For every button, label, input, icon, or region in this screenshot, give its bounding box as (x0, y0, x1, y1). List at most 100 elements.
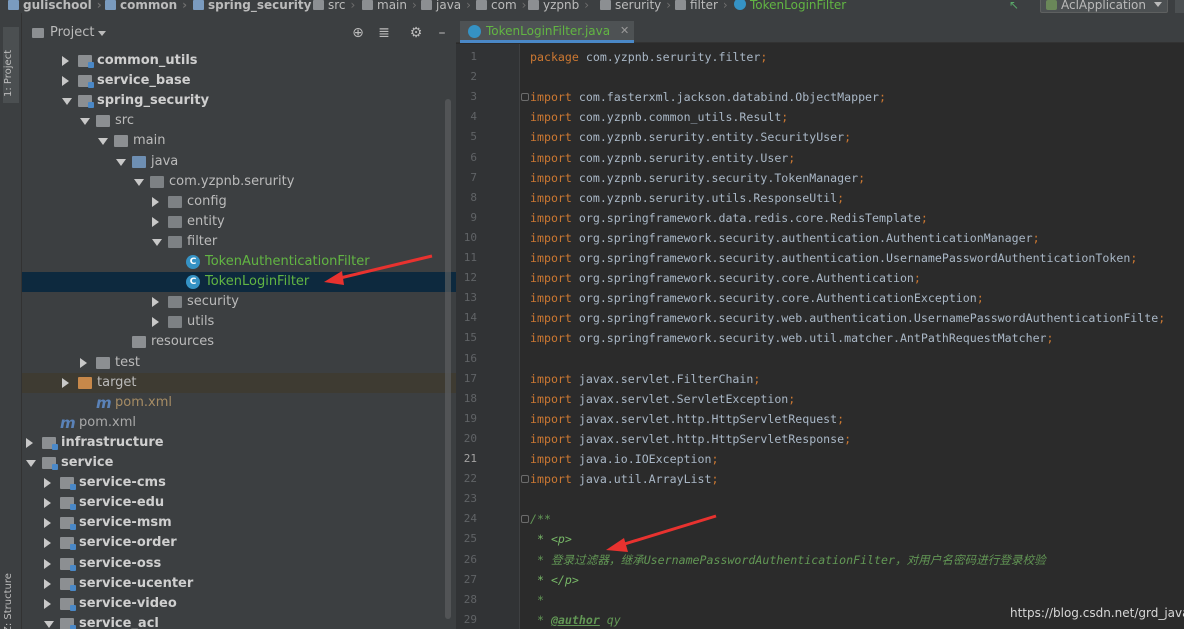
code-line[interactable]: import javax.servlet.FilterChain; (456, 369, 1184, 389)
chevron-right-icon[interactable] (44, 578, 51, 589)
code-line[interactable] (456, 67, 1184, 87)
tree-item[interactable]: entity (22, 212, 456, 232)
chevron-right-icon[interactable] (152, 317, 159, 328)
code-line[interactable]: import org.springframework.security.core… (456, 288, 1184, 308)
close-icon[interactable]: ✕ (620, 21, 629, 41)
tree-item[interactable]: utils (22, 312, 456, 332)
chevron-down-icon[interactable] (62, 98, 72, 106)
chevron-down-icon[interactable] (152, 238, 162, 246)
code-line[interactable]: * 登录过滤器，继承UsernamePasswordAuthentication… (456, 550, 1184, 570)
chevron-down-icon[interactable] (116, 158, 126, 166)
tree-item[interactable]: target (22, 372, 456, 393)
build-hammer-icon[interactable]: ↖ (1009, 0, 1021, 11)
tree-item[interactable]: service-cms (22, 473, 456, 493)
chevron-right-icon[interactable] (80, 357, 87, 368)
chevron-right-icon[interactable] (152, 297, 159, 308)
tree-item[interactable]: com.yzpnb.serurity (22, 172, 456, 192)
tree-item[interactable]: m pom.xml (22, 413, 456, 433)
breadcrumb-item[interactable]: com › (476, 0, 526, 13)
code-line[interactable] (456, 489, 1184, 509)
collapse-all-icon[interactable]: ≣ (376, 25, 392, 41)
code-line[interactable]: /** (456, 509, 1184, 529)
tree-item[interactable]: service-edu (22, 493, 456, 513)
chevron-right-icon[interactable] (44, 478, 51, 489)
tree-item[interactable]: service_acl (22, 614, 456, 629)
tree-item[interactable]: src (22, 111, 456, 131)
tree-item[interactable]: common_utils (22, 51, 456, 71)
tree-item[interactable]: C TokenLoginFilter (22, 272, 456, 293)
breadcrumb-item[interactable]: main › (362, 0, 417, 13)
chevron-right-icon[interactable] (44, 538, 51, 549)
tree-item[interactable]: infrastructure (22, 433, 456, 453)
project-view-selector[interactable]: Project (50, 25, 94, 40)
fold-marker-icon[interactable] (521, 515, 529, 524)
chevron-down-icon[interactable] (44, 620, 54, 628)
breadcrumb-item[interactable]: common › (105, 0, 187, 13)
code-line[interactable]: import org.springframework.data.redis.co… (456, 208, 1184, 228)
code-line[interactable]: * </p> (456, 570, 1184, 590)
code-line[interactable]: import org.springframework.security.core… (456, 268, 1184, 288)
breadcrumb-item[interactable]: filter › (675, 0, 728, 13)
chevron-down-icon[interactable] (134, 178, 144, 186)
chevron-right-icon[interactable] (62, 56, 69, 66)
breadcrumb-item[interactable]: spring_security› (193, 0, 321, 13)
chevron-right-icon[interactable] (44, 598, 51, 609)
chevron-down-icon[interactable] (98, 138, 108, 146)
code-line[interactable] (456, 349, 1184, 369)
tree-item[interactable]: service-order (22, 533, 456, 553)
tree-scrollbar[interactable] (444, 99, 452, 629)
code-line[interactable]: import javax.servlet.http.HttpServletReq… (456, 409, 1184, 429)
code-line[interactable]: import org.springframework.security.auth… (456, 228, 1184, 248)
tree-item[interactable]: service (22, 453, 456, 473)
breadcrumb-item[interactable]: yzpnb › (528, 0, 589, 13)
tree-item[interactable]: test (22, 353, 456, 373)
fold-marker-icon[interactable] (521, 93, 529, 102)
run-configuration-select[interactable]: AclApplication (1040, 0, 1168, 13)
code-line[interactable]: import org.springframework.security.web.… (456, 308, 1184, 328)
tree-item[interactable]: service-ucenter (22, 574, 456, 594)
tree-item[interactable]: java (22, 152, 456, 172)
code-line[interactable]: import org.springframework.security.web.… (456, 328, 1184, 348)
tree-item[interactable]: service-msm (22, 513, 456, 533)
editor-tab-tokenloginfilter[interactable]: TokenLoginFilter.java ✕ (460, 21, 634, 43)
breadcrumb-item[interactable]: gulischool › (8, 0, 102, 13)
minimize-icon[interactable]: – (434, 25, 450, 41)
code-line[interactable]: import org.springframework.security.auth… (456, 248, 1184, 268)
tree-item[interactable]: m pom.xml (22, 393, 456, 413)
chevron-right-icon[interactable] (62, 377, 69, 388)
chevron-right-icon[interactable] (26, 437, 33, 448)
code-line[interactable]: import com.yzpnb.serurity.entity.User; (456, 148, 1184, 168)
gear-icon[interactable]: ⚙ (408, 25, 424, 41)
tree-item[interactable]: config (22, 192, 456, 212)
code-line[interactable]: import com.yzpnb.serurity.utils.Response… (456, 188, 1184, 208)
tree-item[interactable]: C TokenAuthenticationFilter (22, 252, 456, 272)
chevron-right-icon[interactable] (44, 498, 51, 509)
breadcrumb-item[interactable]: TokenLoginFilter (734, 0, 846, 13)
code-line[interactable]: import com.fasterxml.jackson.databind.Ob… (456, 87, 1184, 107)
breadcrumb-item[interactable]: src › (313, 0, 355, 13)
tool-tab-project[interactable]: 1: Project (3, 27, 19, 103)
code-line[interactable]: import javax.servlet.http.HttpServletRes… (456, 429, 1184, 449)
chevron-right-icon[interactable] (152, 196, 159, 207)
code-line[interactable]: import com.yzpnb.serurity.security.Token… (456, 168, 1184, 188)
tree-item[interactable]: main (22, 131, 456, 151)
chevron-right-icon[interactable] (62, 76, 69, 87)
breadcrumb-item[interactable]: serurity › (600, 0, 671, 13)
chevron-right-icon[interactable] (44, 558, 51, 569)
tree-item[interactable]: service_base (22, 71, 456, 91)
chevron-down-icon[interactable] (26, 460, 36, 467)
chevron-right-icon[interactable] (44, 518, 51, 529)
code-line[interactable]: import com.yzpnb.serurity.entity.Securit… (456, 127, 1184, 147)
code-line[interactable]: import com.yzpnb.common_utils.Result; (456, 107, 1184, 127)
tree-item[interactable]: spring_security (22, 91, 456, 111)
breadcrumb-item[interactable]: java › (421, 0, 471, 13)
chevron-right-icon[interactable] (152, 216, 159, 227)
tree-item[interactable]: resources (22, 332, 456, 352)
tree-item[interactable]: service-oss (22, 554, 456, 574)
toolbar-overflow-button[interactable] (1175, 0, 1184, 13)
code-line[interactable]: import javax.servlet.ServletException; (456, 389, 1184, 409)
tree-item[interactable]: service-video (22, 594, 456, 614)
tree-item[interactable]: security (22, 292, 456, 312)
chevron-down-icon[interactable] (98, 31, 106, 36)
scrollbar-thumb[interactable] (445, 99, 451, 619)
